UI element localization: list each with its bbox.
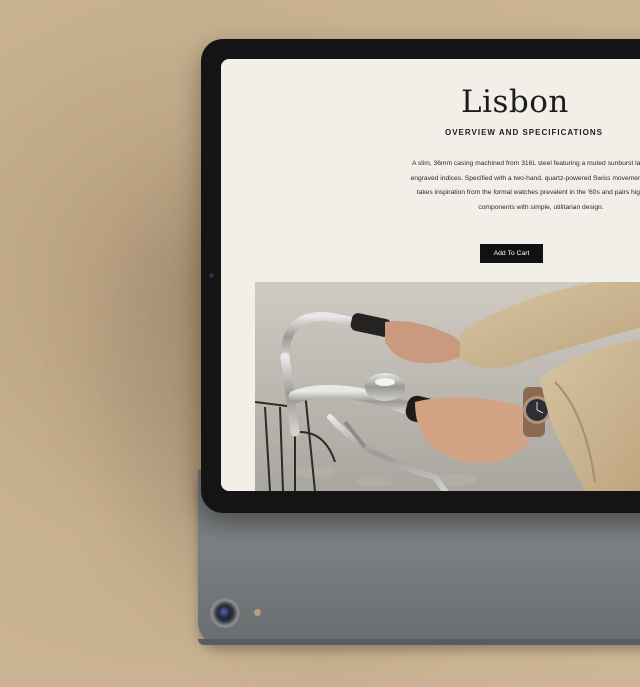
- description-line: A slim, 36mm casing machined from 316L s…: [411, 160, 640, 167]
- camera-flash: [254, 609, 261, 616]
- rear-camera-icon: [210, 598, 240, 628]
- add-to-cart-button[interactable]: Add To Cart: [480, 244, 543, 263]
- tablet-screen: Lisbon OVERVIEW AND SPECIFICATIONS A sli…: [221, 59, 640, 491]
- page-title: Lisbon: [461, 84, 569, 120]
- tablet-bezel: Lisbon OVERVIEW AND SPECIFICATIONS A sli…: [199, 37, 640, 515]
- page-subtitle: OVERVIEW AND SPECIFICATIONS: [445, 128, 603, 137]
- camera-lens: [219, 607, 231, 619]
- case-edge: [198, 639, 640, 645]
- product-photo: [255, 282, 640, 491]
- description-line: components with simple, utilitarian desi…: [478, 203, 604, 211]
- product-description: A slim, 36mm casing machined from 316L s…: [351, 157, 640, 215]
- mockup-scene: Lisbon OVERVIEW AND SPECIFICATIONS A sli…: [0, 0, 640, 687]
- photo-illustration: [255, 282, 640, 491]
- description-line: takes inspiration from the formal watche…: [416, 189, 640, 196]
- description-line: engraved indices. Specified with a two-h…: [410, 174, 640, 182]
- front-camera-icon: [209, 273, 214, 278]
